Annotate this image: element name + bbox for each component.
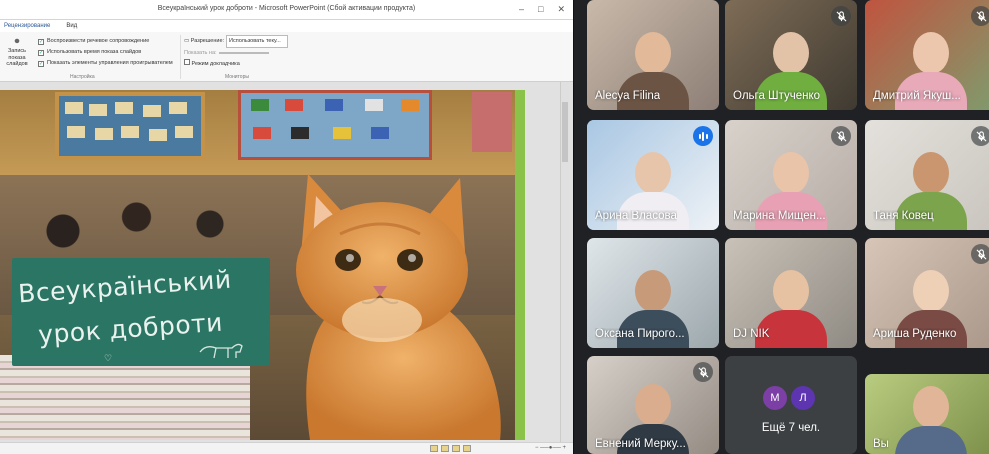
option-timings[interactable]: ✓ Использовать время показа слайдов xyxy=(38,47,173,58)
resolution-dropdown[interactable]: Использовать теку... xyxy=(226,35,289,48)
monitor-icon: ▭ xyxy=(184,38,190,44)
slide-accent-bar xyxy=(515,90,525,440)
speaking-indicator-icon xyxy=(693,126,713,146)
group-setup-label: Настройка xyxy=(70,74,95,80)
participant-name: DJ NIK xyxy=(733,328,770,340)
participant-tile[interactable]: Марина Мищен... xyxy=(725,120,857,230)
participant-name: Марина Мищен... xyxy=(733,210,826,222)
tab-view[interactable]: Вид xyxy=(66,23,77,29)
status-bar: − ──●── + xyxy=(0,442,573,454)
show-on-dropdown[interactable] xyxy=(218,52,269,54)
participant-tile[interactable]: Арина Власова xyxy=(587,120,719,230)
record-label: Запись показа слайдов xyxy=(6,48,28,68)
participant-tile[interactable]: Евнений Мерку... xyxy=(587,356,719,454)
window-title: Всеукраїнський урок доброти - Microsoft … xyxy=(157,5,416,12)
participant-tile[interactable]: DJ NIK xyxy=(725,238,857,348)
maximize-icon[interactable]: □ xyxy=(538,4,543,15)
option-controls[interactable]: ✓ Показать элементы управления проигрыват… xyxy=(38,58,173,69)
mic-off-icon xyxy=(831,126,851,146)
checkbox-icon[interactable]: ✓ xyxy=(38,60,44,67)
participant-name: Alесya Filina xyxy=(595,90,661,102)
wall-board-flags xyxy=(238,90,432,160)
title-bar: Всеукраїнський урок доброти - Microsoft … xyxy=(0,0,573,20)
presenter-view-label: Режим докладчика xyxy=(191,61,240,67)
monitors-group: ▭ Разрешение: Использовать теку... Показа… xyxy=(184,35,289,70)
more-participants-tile[interactable]: М Л Ещё 7 чел. xyxy=(725,356,857,454)
minimize-icon[interactable]: – xyxy=(519,4,524,15)
normal-view-icon[interactable] xyxy=(430,445,438,452)
checkbox-icon[interactable] xyxy=(184,59,190,65)
mic-off-icon xyxy=(693,362,713,382)
participant-name: Таня Ковец xyxy=(873,210,934,222)
participant-tile[interactable]: Ольга Штученко xyxy=(725,0,857,110)
cat-illustration xyxy=(296,174,501,440)
record-icon: ⏺ xyxy=(14,36,20,47)
participant-tile[interactable]: Дмитрий Якуш... xyxy=(865,0,989,110)
participant-tile[interactable]: Таня Ковец xyxy=(865,120,989,230)
participant-name: Евнений Мерку... xyxy=(595,438,686,450)
wall-board-left xyxy=(55,92,205,160)
slide-canvas: Всеукраїнський урок доброти ♡ xyxy=(0,90,525,440)
mic-off-icon xyxy=(971,6,989,26)
ribbon: ⏺ Запись показа слайдов ✓ Воспроизвести р… xyxy=(0,32,573,82)
slide-sorter-icon[interactable] xyxy=(441,445,449,452)
tab-review[interactable]: Рецензирование xyxy=(4,23,50,29)
ribbon-tabs: Рецензирование Вид xyxy=(0,20,573,32)
option-label: Показать элементы управления проигрывате… xyxy=(47,60,173,66)
ribbon-divider xyxy=(180,35,181,79)
powerpoint-window: Всеукраїнський урок доброти - Microsoft … xyxy=(0,0,574,454)
option-label: Использовать время показа слайдов xyxy=(47,49,142,55)
self-view-tile[interactable]: Вы xyxy=(865,374,989,454)
group-monitors-label: Мониторы xyxy=(225,74,249,80)
reading-view-icon[interactable] xyxy=(452,445,460,452)
close-icon[interactable]: ✕ xyxy=(557,4,565,15)
participant-name: Ольга Штученко xyxy=(733,90,821,102)
heart-icon: ♡ xyxy=(104,353,113,363)
books-stack xyxy=(0,355,250,440)
participant-tile[interactable]: Ариша Руденко xyxy=(865,238,989,348)
view-buttons xyxy=(430,445,471,452)
avatar-group: М Л xyxy=(763,386,815,410)
zoom-slider[interactable]: − ──●── + xyxy=(535,445,566,451)
participant-tile[interactable]: Alесya Filina xyxy=(587,0,719,110)
option-label: Воспроизвести речевое сопровождение xyxy=(47,38,150,44)
resolution-label: Разрешение: xyxy=(190,38,225,44)
participant-name: Вы xyxy=(873,438,889,450)
avatar: М xyxy=(763,386,787,410)
participants-grid: Alесya Filina Ольга Штученко Дмитрий Яку… xyxy=(583,0,989,454)
option-narration[interactable]: ✓ Воспроизвести речевое сопровождение xyxy=(38,36,173,47)
vertical-scrollbar[interactable] xyxy=(560,82,569,442)
dog-doodle-icon xyxy=(199,343,243,359)
slideshow-icon[interactable] xyxy=(463,445,471,452)
chalkboard-banner: Всеукраїнський урок доброти ♡ xyxy=(12,258,270,366)
checkbox-icon[interactable]: ✓ xyxy=(38,49,44,56)
checkbox-icon[interactable]: ✓ xyxy=(38,38,44,45)
mic-off-icon xyxy=(971,126,989,146)
participant-name: Оксана Пирого... xyxy=(595,328,685,340)
screen: Всеукраїнський урок доброти - Microsoft … xyxy=(0,0,989,454)
mic-off-icon xyxy=(971,244,989,264)
scroll-thumb[interactable] xyxy=(562,102,568,162)
participant-name: Арина Власова xyxy=(595,210,677,222)
wall-poster xyxy=(472,92,512,152)
more-participants-label: Ещё 7 чел. xyxy=(761,422,821,434)
participant-name: Дмитрий Якуш... xyxy=(873,90,961,102)
show-on-label: Показать на: xyxy=(184,50,217,56)
slide-workspace: Всеукраїнський урок доброти ♡ xyxy=(0,82,573,442)
participant-name: Ариша Руденко xyxy=(873,328,957,340)
banner-line-1: Всеукраїнський xyxy=(17,264,233,309)
mic-off-icon xyxy=(831,6,851,26)
setup-options: ✓ Воспроизвести речевое сопровождение ✓ Ис… xyxy=(38,36,173,69)
record-slideshow-button[interactable]: ⏺ Запись показа слайдов xyxy=(2,36,32,68)
banner-line-2: урок доброти xyxy=(37,307,224,350)
avatar: Л xyxy=(791,386,815,410)
participant-tile[interactable]: Оксана Пирого... xyxy=(587,238,719,348)
